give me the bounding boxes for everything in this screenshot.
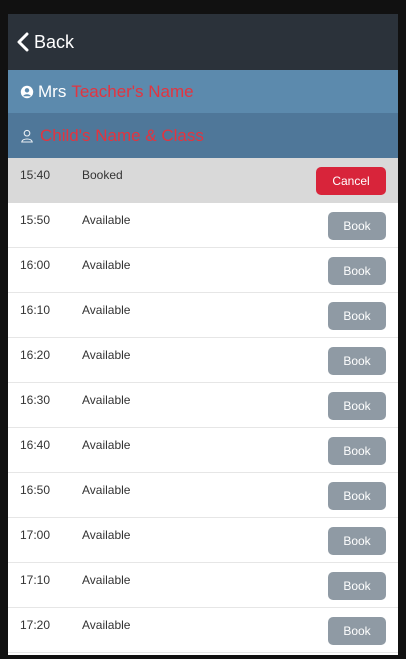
slot-status: Available	[82, 258, 131, 272]
slot-status: Available	[82, 393, 131, 407]
slot-time: 15:50	[20, 213, 51, 227]
slot-row: 17:20 Available Book	[8, 608, 398, 653]
slot-status: Available	[82, 348, 131, 362]
slot-status: Available	[82, 303, 131, 317]
slot-status: Available	[82, 528, 131, 542]
child-header: Child's Name & Class	[8, 113, 398, 158]
teacher-header: Mrs Teacher's Name	[8, 70, 398, 113]
person-outline-icon	[21, 129, 33, 143]
book-button[interactable]: Book	[328, 392, 386, 420]
slot-status: Available	[82, 483, 131, 497]
child-name-class: Child's Name & Class	[40, 125, 204, 145]
slot-row: 17:00 Available Book	[8, 518, 398, 563]
slot-status: Available	[82, 438, 131, 452]
slot-row: 16:50 Available Book	[8, 473, 398, 518]
back-label: Back	[34, 31, 75, 52]
cancel-button[interactable]: Cancel	[316, 167, 386, 195]
slot-time: 16:30	[20, 393, 51, 407]
slot-row: 16:10 Available Book	[8, 293, 398, 338]
slot-row: 16:40 Available Book	[8, 428, 398, 473]
book-button[interactable]: Book	[328, 212, 386, 240]
book-button[interactable]: Book	[328, 437, 386, 465]
slot-time: 17:00	[20, 528, 51, 542]
slot-time: 16:00	[20, 258, 51, 272]
book-button[interactable]: Book	[328, 257, 386, 285]
slot-time: 17:10	[20, 573, 51, 587]
slot-time: 16:40	[20, 438, 51, 452]
chevron-left-icon	[17, 32, 29, 52]
book-button[interactable]: Book	[328, 527, 386, 555]
book-button[interactable]: Book	[328, 482, 386, 510]
book-button[interactable]: Book	[328, 572, 386, 600]
slot-time: 16:10	[20, 303, 51, 317]
book-button[interactable]: Book	[328, 617, 386, 645]
slot-time: 15:40	[20, 168, 51, 182]
user-circle-icon	[20, 85, 34, 98]
book-button[interactable]: Book	[328, 347, 386, 375]
slot-status: Booked	[82, 168, 123, 182]
slot-row: 16:30 Available Book	[8, 383, 398, 428]
back-button[interactable]: Back	[16, 32, 74, 53]
slot-status: Available	[82, 618, 131, 632]
navigation-bar: Back	[8, 14, 398, 70]
slot-status: Available	[82, 213, 131, 227]
slot-row: 15:50 Available Book	[8, 203, 398, 248]
slot-row: 15:40 Booked Cancel	[8, 158, 398, 203]
slot-row: 16:20 Available Book	[8, 338, 398, 383]
book-button[interactable]: Book	[328, 302, 386, 330]
slot-time: 16:20	[20, 348, 51, 362]
device-frame: Back Mrs Teacher's Name Child's Name & C…	[0, 0, 406, 659]
slot-row: 17:10 Available Book	[8, 563, 398, 608]
teacher-name: Teacher's Name	[71, 81, 194, 101]
slot-status: Available	[82, 573, 131, 587]
teacher-title: Mrs	[38, 81, 67, 101]
slot-time: 17:20	[20, 618, 51, 632]
slot-time: 16:50	[20, 483, 51, 497]
appointment-slot-list: 15:40 Booked Cancel 15:50 Available Book…	[8, 158, 398, 653]
slot-row: 16:00 Available Book	[8, 248, 398, 293]
